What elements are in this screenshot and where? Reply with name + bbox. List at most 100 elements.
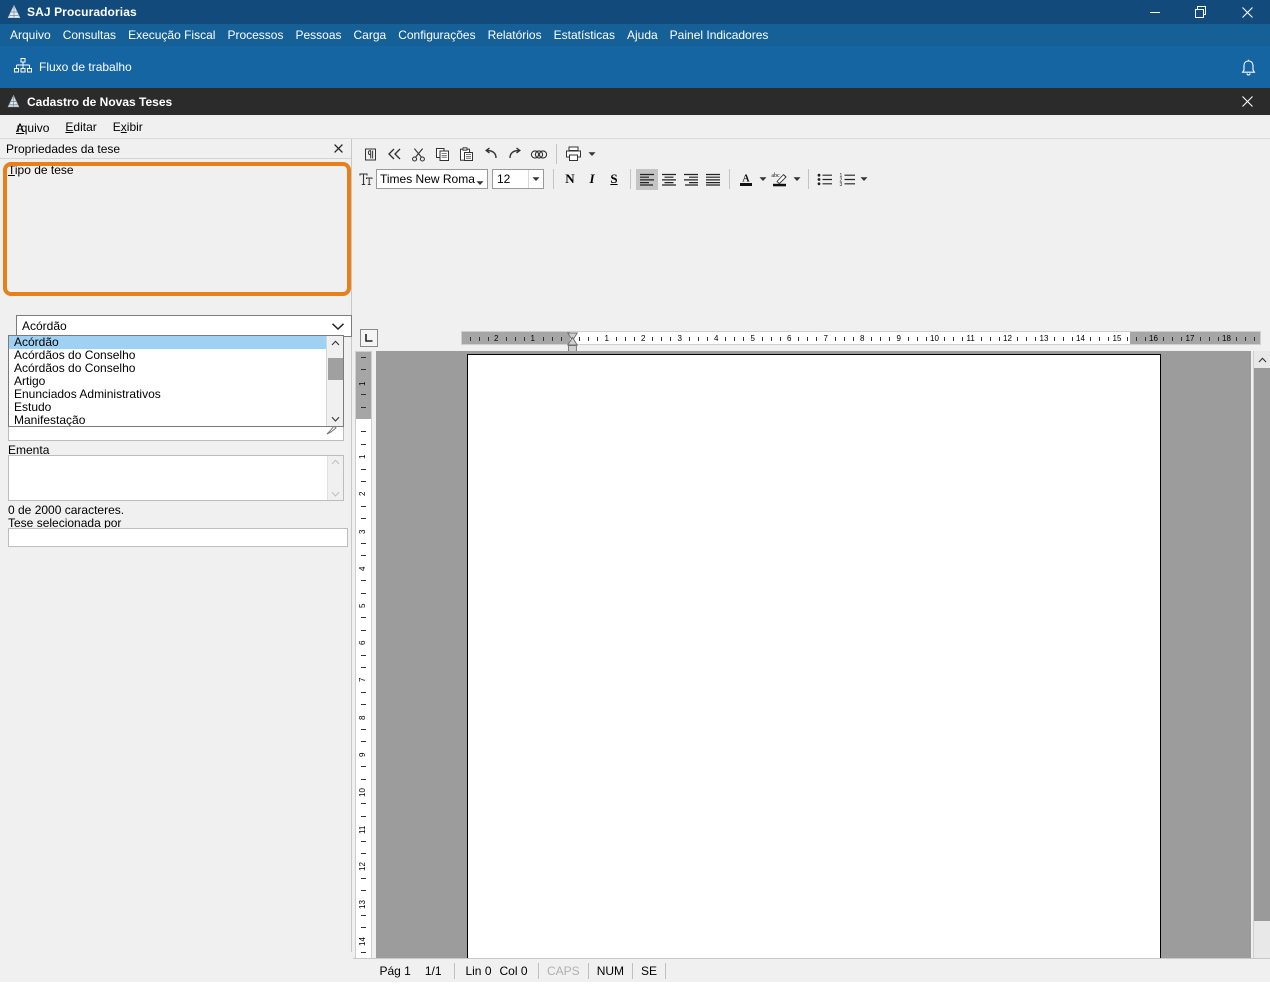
ruler-tick [625,337,626,341]
italic-button[interactable]: I [581,169,603,190]
menu-item-processos[interactable]: Processos [221,26,289,44]
caret-down-icon[interactable] [858,169,870,190]
list-item[interactable]: Manifestação [9,414,327,427]
svg-text:A: A [742,174,750,185]
list-item[interactable]: Enunciados Administrativos [9,388,327,401]
editor-vertical-scrollbar[interactable] [1253,351,1270,984]
align-right-icon[interactable] [680,169,702,190]
document-canvas[interactable] [376,351,1251,984]
menu-item-configuracoes[interactable]: Configurações [392,26,481,44]
scissors-icon[interactable] [407,143,430,166]
tipo-de-tese-combobox[interactable]: Acórdão [16,315,352,337]
ruler-tick [999,337,1000,341]
menu-item-carga[interactable]: Carga [348,26,393,44]
ementa-textarea[interactable] [8,455,344,501]
left-tab-stop-icon[interactable] [360,329,378,347]
chevron-down-icon[interactable] [331,488,340,500]
font-family-combobox[interactable]: Times New Roma [376,169,488,189]
ruler-tick [762,337,763,341]
ruler-tick [1054,337,1055,341]
ruler-tick [361,580,366,581]
maximize-icon[interactable] [1178,0,1224,24]
ribbon-item-fluxo-de-trabalho[interactable]: Fluxo de trabalho [8,55,138,80]
chevron-down-icon[interactable] [331,320,345,334]
document-page[interactable] [467,354,1161,984]
status-bar: Pág 1 1/1 Lin 0 Col 0 CAPS NUM SE [353,958,1270,982]
ruler-tick [1218,337,1219,341]
vertical-ruler[interactable]: 11234567891011121314151617 [355,351,372,984]
bold-button[interactable]: N [559,169,581,190]
font-size-value: 12 [497,172,511,186]
highlighter-icon[interactable]: abc [769,169,791,190]
ruler-tick [670,337,671,341]
left-indent-marker-icon[interactable] [566,336,579,352]
chevron-up-icon[interactable] [331,456,340,468]
minimize-icon[interactable] [1132,0,1178,24]
paragraph-marks-icon[interactable] [359,143,382,166]
menu-item-consultas[interactable]: Consultas [57,26,122,44]
caret-down-icon[interactable] [757,169,769,190]
numbered-list-icon[interactable]: 1 2 3 [836,169,858,190]
double-chevron-left-icon[interactable] [383,143,406,166]
ruler-tick-label: 3 [358,529,367,534]
menu-item-relatorios[interactable]: Relatórios [482,26,548,44]
undo-arrow-icon[interactable] [479,143,502,166]
chevron-up-icon[interactable] [327,336,343,350]
close-icon[interactable] [331,141,345,155]
ruler-tick [361,394,366,395]
tese-selecionada-input[interactable] [8,528,348,547]
child-menu-item-arquivo[interactable]: AArquivorquivo [8,116,57,137]
list-item[interactable]: Acórdãos do Conselho [9,362,327,375]
menu-item-ajuda[interactable]: Ajuda [621,26,664,44]
underline-button[interactable]: S [603,169,625,190]
ruler-tick [798,337,799,341]
ruler-tick-label: 15 [1112,334,1122,343]
chevron-down-icon[interactable] [327,412,343,426]
ruler-tick [543,337,544,341]
horizontal-ruler[interactable]: 2 1 1 2 3 4 5 6 7 8 9 10 11 12 13 14 15 16 17 18 [461,331,1261,345]
ruler-tick [1108,337,1109,341]
tipo-de-tese-dropdown-list[interactable]: Acórdão Acórdãos do Conselho Acórdãos do… [8,335,344,427]
clipboard-paste-icon[interactable] [455,143,478,166]
status-col: Col 0 [499,963,528,978]
ruler-tick [479,337,480,341]
bell-icon[interactable] [1234,54,1262,82]
dropdown-scrollbar[interactable] [326,336,343,426]
child-menu-item-exibir[interactable]: Exibir [105,118,151,136]
caret-down-icon[interactable] [586,143,598,166]
menu-item-estatisticas[interactable]: Estatísticas [548,26,621,44]
chain-links-icon[interactable] [527,143,550,166]
caret-down-icon[interactable] [528,170,543,188]
scrollbar-thumb[interactable] [328,358,343,380]
align-left-icon[interactable] [636,168,658,190]
close-icon[interactable] [1224,0,1270,24]
caret-down-icon[interactable] [791,169,803,190]
font-size-combobox[interactable]: 12 [492,169,544,189]
ruler-tick [871,337,872,341]
ementa-scrollbar[interactable] [327,456,343,500]
printer-icon[interactable] [562,143,585,166]
menu-item-arquivo[interactable]: Arquivo [4,26,57,44]
chevron-up-icon[interactable] [1254,351,1270,368]
align-center-icon[interactable] [658,169,680,190]
ruler-tick [361,692,366,693]
scrollbar-thumb[interactable] [1254,368,1270,921]
copy-icon[interactable] [431,143,454,166]
ruler-tick [361,853,366,854]
bulleted-list-icon[interactable] [814,169,836,190]
align-justify-icon[interactable] [702,169,724,190]
ruler-tick [361,766,366,767]
child-window-close-icon[interactable] [1224,88,1270,115]
child-window-title: Cadastro de Novas Teses [27,94,173,109]
caret-down-icon[interactable] [476,175,484,189]
ruler-tick [844,337,845,341]
window-controls [1132,0,1270,24]
menu-item-pessoas[interactable]: Pessoas [289,26,347,44]
menu-item-execucao-fiscal[interactable]: Execução Fiscal [122,26,221,44]
child-menu-item-editar[interactable]: Editar [57,118,104,136]
ruler-tick [361,890,366,891]
redo-arrow-icon[interactable] [503,143,526,166]
menu-item-painel-indicadores[interactable]: Painel Indicadores [664,26,775,44]
ruler-tick [1127,337,1128,341]
font-color-icon[interactable]: A [735,169,757,190]
